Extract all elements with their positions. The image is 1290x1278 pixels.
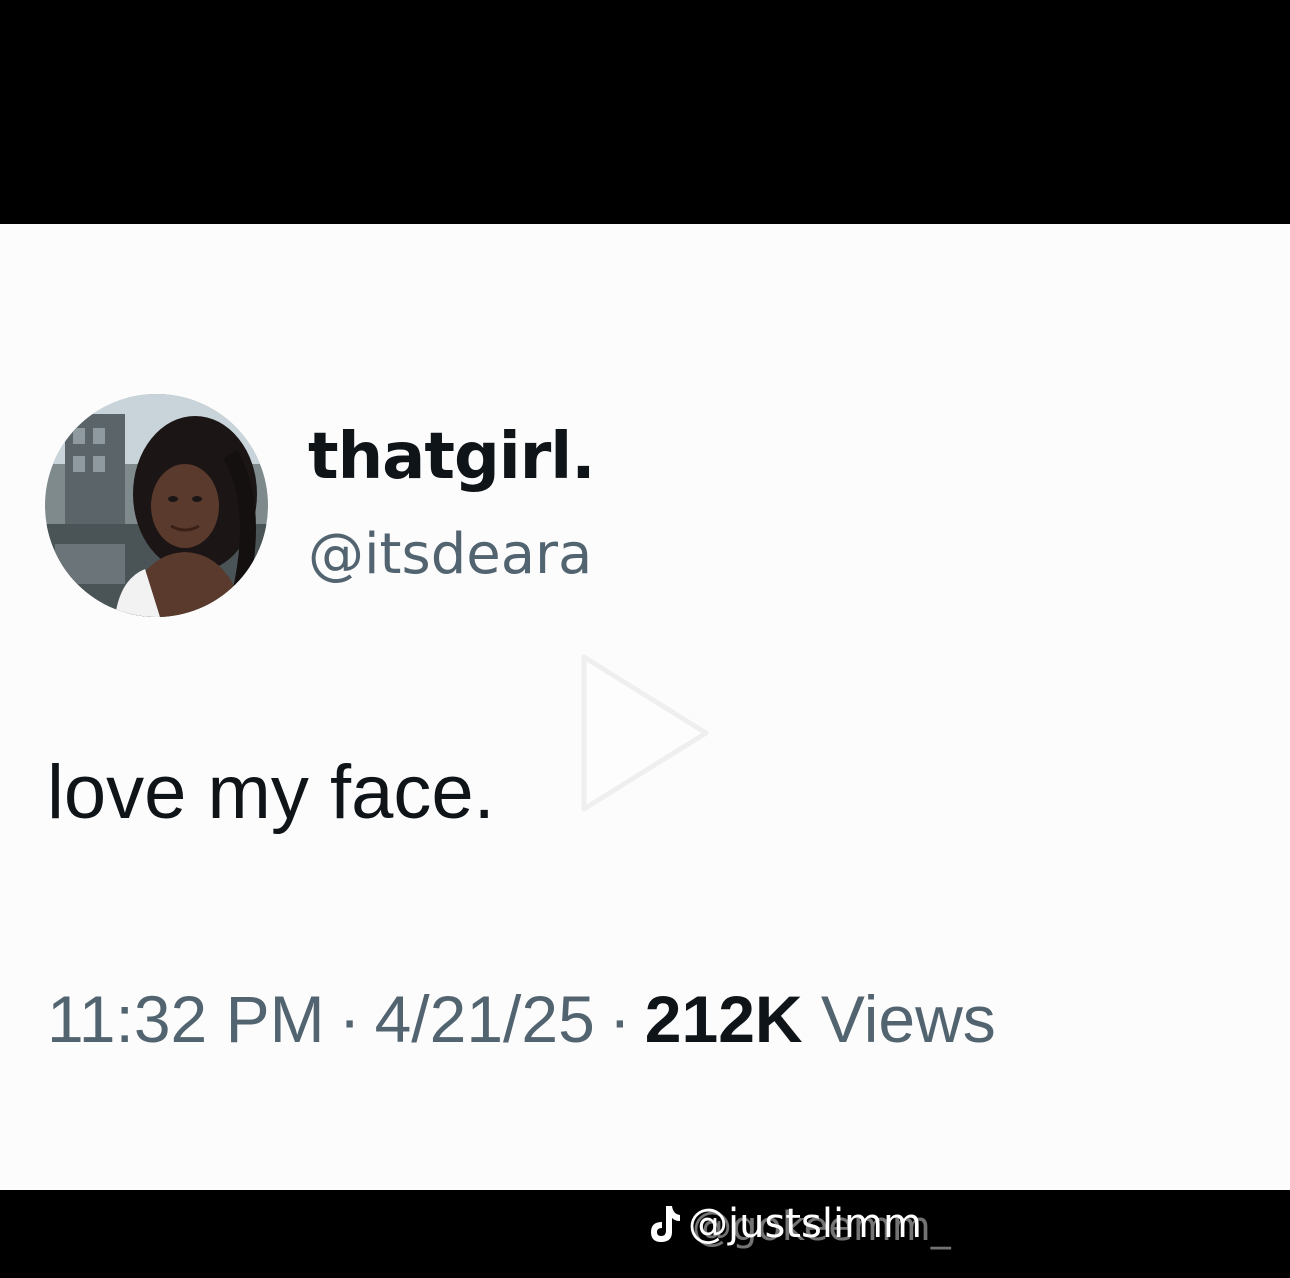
separator-dot: · <box>608 982 631 1056</box>
tweet-meta: 11:32 PM · 4/21/25 · 212K Views <box>47 981 996 1057</box>
avatar[interactable] <box>45 394 268 617</box>
watermark-handle-overlap: @gokeemm_ <box>692 1204 951 1250</box>
views-count: 212K <box>644 982 803 1056</box>
tweet-time: 11:32 PM <box>47 982 325 1056</box>
tweet-text: love my face. <box>47 750 495 835</box>
tweet-date: 4/21/25 <box>374 982 595 1056</box>
display-name[interactable]: thatgirl. <box>308 420 595 494</box>
tiktok-watermark: @justslimm @gokeemm_ <box>646 1196 951 1252</box>
views-label: Views <box>820 982 996 1056</box>
play-icon[interactable] <box>578 649 714 817</box>
tweet-card[interactable]: thatgirl. @itsdeara love my face. 11:32 … <box>0 224 1290 1190</box>
watermark-handle-group: @justslimm @gokeemm_ <box>688 1201 951 1250</box>
tiktok-icon <box>651 1206 680 1242</box>
separator-dot: · <box>338 982 361 1056</box>
user-handle[interactable]: @itsdeara <box>308 522 592 587</box>
video-frame: thatgirl. @itsdeara love my face. 11:32 … <box>0 0 1290 1278</box>
profile-photo-icon <box>45 394 268 617</box>
